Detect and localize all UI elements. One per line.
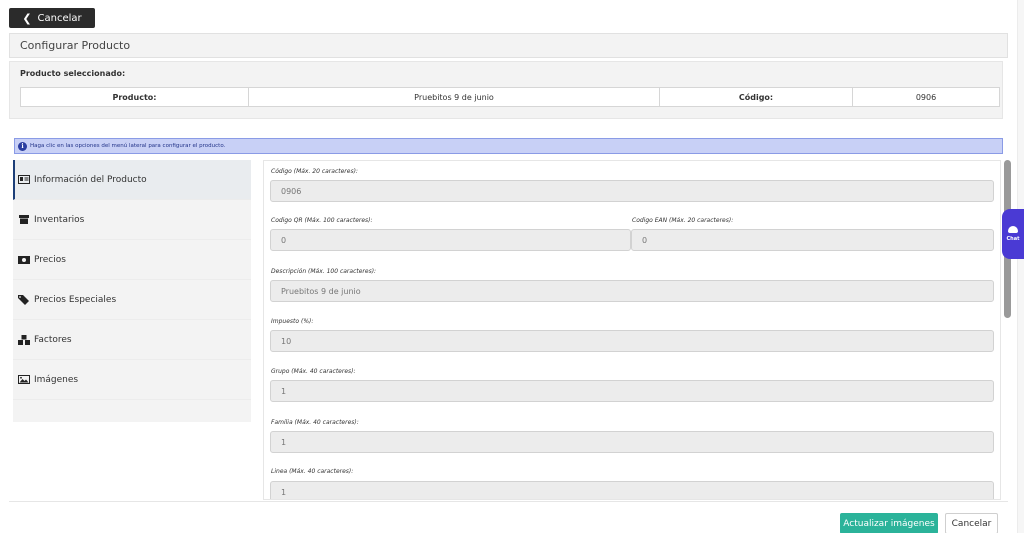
codigo-qr-label: Codigo QR (Máx. 100 caracteres): xyxy=(271,217,373,224)
chat-label: Chat xyxy=(1006,236,1020,242)
codigo-ean-field[interactable]: 0 xyxy=(631,229,994,251)
linea-label: Linea (Máx. 40 caracteres): xyxy=(271,468,354,475)
info-alert: i Haga clic en las opciones del menú lat… xyxy=(14,138,1003,154)
sidebar-item-factores[interactable]: Factores xyxy=(13,320,251,360)
linea-field[interactable]: 1 xyxy=(270,481,994,499)
sidebar-item-precios-especiales[interactable]: Precios Especiales xyxy=(13,280,251,320)
page-title: Configurar Producto xyxy=(20,39,131,52)
cancel-button[interactable]: Cancelar xyxy=(945,513,998,533)
grupo-label: Grupo (Máx. 40 caracteres): xyxy=(271,368,356,375)
descripcion-field[interactable]: Pruebitos 9 de junio xyxy=(270,280,994,302)
sidebar-item-imagenes[interactable]: Imágenes xyxy=(13,360,251,400)
archive-icon xyxy=(18,215,30,225)
codigo-label: Código (Máx. 20 caracteres): xyxy=(271,168,358,175)
page: ❮ Cancelar Configurar Producto Producto … xyxy=(0,0,1024,533)
form-footer: Actualizar imágenes Cancelar xyxy=(9,501,1008,533)
sidebar-menu: Información del Producto Inventarios Pre… xyxy=(13,160,251,422)
selected-product-caption: Producto seleccionado: xyxy=(20,69,126,78)
money-bill-icon xyxy=(18,255,30,265)
familia-field[interactable]: 1 xyxy=(270,431,994,453)
window-edge xyxy=(1017,0,1024,533)
chevron-left-icon: ❮ xyxy=(22,11,32,25)
tags-icon xyxy=(18,294,30,305)
sidebar-item-label: Imágenes xyxy=(34,374,79,385)
sidebar-item-inventarios[interactable]: Inventarios xyxy=(13,200,251,240)
panel-header: Configurar Producto xyxy=(9,33,1008,58)
product-label-cell: Producto: xyxy=(21,88,249,106)
top-cancel-label: Cancelar xyxy=(37,12,82,24)
codigo-ean-label: Codigo EAN (Máx. 20 caracteres): xyxy=(632,217,734,224)
sidebar-item-label: Información del Producto xyxy=(34,174,147,185)
chat-button[interactable]: Chat xyxy=(1002,209,1024,259)
top-cancel-button[interactable]: ❮ Cancelar xyxy=(9,8,95,28)
product-form: Código (Máx. 20 caracteres): 0906 Codigo… xyxy=(263,160,1001,500)
sidebar-item-label: Factores xyxy=(34,334,72,345)
chat-bot-icon xyxy=(1008,226,1018,233)
product-value-cell: Pruebitos 9 de junio xyxy=(249,88,660,106)
sidebar-item-label: Inventarios xyxy=(34,214,85,225)
sidebar-item-label: Precios Especiales xyxy=(34,294,117,305)
update-images-button[interactable]: Actualizar imágenes xyxy=(840,513,938,533)
info-text: Haga clic en las opciones del menú later… xyxy=(30,143,226,149)
impuesto-field[interactable]: 10 xyxy=(270,330,994,352)
sidebar-item-label: Precios xyxy=(34,254,66,265)
info-icon: i xyxy=(18,141,27,151)
code-value-cell: 0906 xyxy=(915,92,937,102)
image-icon xyxy=(18,375,30,385)
id-card-icon xyxy=(18,175,30,185)
impuesto-label: Impuesto (%): xyxy=(271,318,314,325)
grupo-field[interactable]: 1 xyxy=(270,380,994,402)
code-label-cell: Código: xyxy=(660,88,853,106)
sidebar-item-informacion[interactable]: Información del Producto xyxy=(13,160,251,200)
sidebar-item-precios[interactable]: Precios xyxy=(13,240,251,280)
codigo-field[interactable]: 0906 xyxy=(270,180,994,202)
selected-product-box: Producto seleccionado: Producto: Pruebit… xyxy=(9,61,1003,119)
familia-label: Familia (Máx. 40 caracteres): xyxy=(271,419,359,426)
selected-product-table: Producto: Pruebitos 9 de junio Código: 0… xyxy=(20,87,1000,107)
descripcion-label: Descripción (Máx. 100 caracteres): xyxy=(271,268,377,275)
cubes-icon xyxy=(18,334,30,345)
codigo-qr-field[interactable]: 0 xyxy=(270,229,631,251)
